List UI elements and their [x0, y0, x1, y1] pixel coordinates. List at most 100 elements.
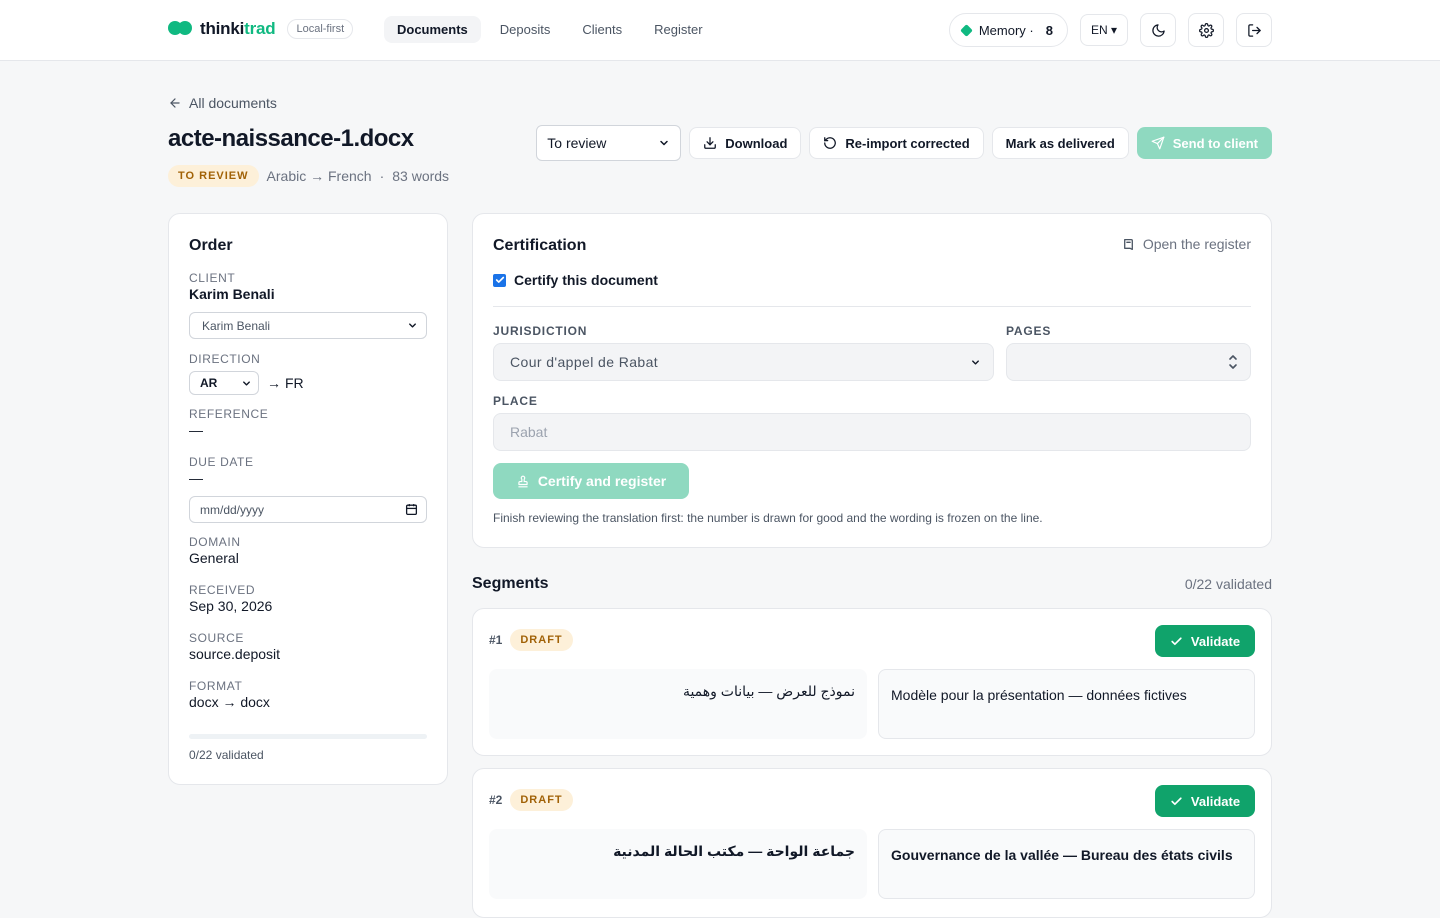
- mark-delivered-button[interactable]: Mark as delivered: [991, 127, 1129, 159]
- word-count: 83 words: [392, 168, 450, 184]
- back-link-label: All documents: [189, 95, 277, 111]
- page-title: acte-naissance-1.docx: [168, 125, 414, 152]
- client-select-value: Karim Benali: [202, 318, 271, 333]
- jurisdiction-value: Cour d'appel de Rabat: [510, 354, 659, 370]
- settings-button[interactable]: [1188, 13, 1224, 47]
- segment-source-text: نموذج للعرض — بيانات وهمية: [489, 669, 867, 739]
- nav-item-register[interactable]: Register: [641, 16, 715, 43]
- client-label: CLIENT: [189, 271, 236, 285]
- segment-status-badge: DRAFT: [510, 629, 573, 651]
- reimport-label: Re-import corrected: [845, 135, 970, 151]
- brand-name: thinkitrad: [200, 19, 276, 39]
- certification-divider: [493, 306, 1251, 307]
- memory-count: 8: [1045, 22, 1053, 38]
- direction-source-value: AR: [200, 376, 218, 390]
- back-link[interactable]: All documents: [168, 95, 277, 111]
- certify-checkbox-row[interactable]: Certify this document: [493, 272, 658, 288]
- download-button[interactable]: Download: [689, 127, 802, 159]
- validate-button[interactable]: Validate: [1155, 625, 1255, 657]
- check-icon: [495, 276, 504, 283]
- segments-validated-count: 0/22 validated: [1184, 576, 1272, 592]
- due-date-label: DUE DATE: [189, 455, 254, 469]
- reimport-icon: [824, 137, 837, 149]
- back-arrow-icon: [170, 98, 180, 108]
- nav-item-clients[interactable]: Clients: [569, 16, 635, 43]
- chevron-down-icon: [972, 359, 979, 365]
- format-label: FORMAT: [189, 679, 243, 693]
- reimport-button[interactable]: Re-import corrected: [809, 127, 984, 159]
- due-date-value: —: [189, 470, 203, 486]
- place-input[interactable]: Rabat: [493, 413, 1251, 451]
- mark-delivered-label: Mark as delivered: [1005, 135, 1115, 151]
- segment-target-editor[interactable]: Gouvernance de la vallée — Bureau des ét…: [878, 829, 1255, 899]
- spinner-icon[interactable]: [1228, 353, 1238, 371]
- certification-title: Certification: [493, 237, 587, 254]
- jurisdiction-select[interactable]: Cour d'appel de Rabat: [493, 343, 994, 381]
- language-pair: Arabic → French: [266, 168, 372, 184]
- status-select[interactable]: To review: [536, 125, 682, 161]
- validate-button[interactable]: Validate: [1155, 785, 1255, 817]
- certify-and-register-label: Certify and register: [537, 473, 667, 489]
- certify-checkbox[interactable]: [493, 273, 506, 287]
- received-label: RECEIVED: [189, 583, 256, 597]
- reference-value: —: [189, 422, 203, 438]
- status-badge: TO REVIEW: [168, 165, 259, 187]
- brand-name-part2: trad: [244, 19, 276, 38]
- source-value: source.deposit: [189, 646, 281, 662]
- logout-icon: [1247, 23, 1261, 37]
- segment-target-editor[interactable]: Modèle pour la présentation — données fi…: [878, 669, 1255, 739]
- validate-label: Validate: [1190, 793, 1241, 809]
- segments-header: Segments 0/22 validated: [472, 575, 1272, 593]
- segment-status-badge: DRAFT: [510, 789, 573, 811]
- pages-label: PAGES: [1006, 324, 1052, 338]
- check-icon: [1171, 796, 1182, 805]
- brand-name-part1: thinki: [200, 19, 245, 38]
- logout-button[interactable]: [1236, 13, 1272, 47]
- domain-label: DOMAIN: [189, 535, 241, 549]
- open-register-link[interactable]: Open the register: [1122, 236, 1251, 252]
- nav-item-deposits[interactable]: Deposits: [487, 16, 564, 43]
- document-meta: TO REVIEW Arabic → French · 83 words: [168, 165, 449, 187]
- certify-and-register-button[interactable]: Certify and register: [493, 463, 689, 499]
- reference-label: REFERENCE: [189, 407, 269, 421]
- nav-item-documents[interactable]: Documents: [384, 16, 481, 43]
- gear-icon: [1198, 22, 1214, 38]
- certification-hint: Finish reviewing the translation first: …: [493, 511, 1043, 525]
- local-first-badge: Local-first: [287, 19, 354, 39]
- send-icon: [1151, 136, 1165, 150]
- document-actions: To review Download Re-import corrected M…: [536, 125, 1272, 161]
- client-value: Karim Benali: [189, 286, 275, 302]
- send-to-client-button[interactable]: Send to client: [1136, 127, 1272, 159]
- memory-diamond-icon: [959, 23, 973, 37]
- pages-input[interactable]: [1006, 343, 1251, 381]
- segment-source-text: جماعة الواحة — مكتب الحالة المدنية: [489, 829, 867, 899]
- client-select[interactable]: Karim Benali: [189, 312, 427, 339]
- place-label: PLACE: [493, 394, 538, 408]
- chevron-down-icon: [409, 323, 416, 328]
- order-title: Order: [189, 237, 233, 254]
- segment-card: #2 DRAFT Validate جماعة الواحة — مكتب ال…: [472, 768, 1272, 918]
- due-date-input[interactable]: mm/dd/yyyy: [189, 496, 427, 523]
- meta-separator: ·: [379, 168, 385, 184]
- brand[interactable]: thinkitrad Local-first: [168, 19, 354, 39]
- language-selector[interactable]: EN ▾: [1079, 14, 1128, 46]
- segments-title: Segments: [472, 575, 549, 592]
- source-label: SOURCE: [189, 631, 244, 645]
- segment-card: #1 DRAFT Validate نموذج للعرض — بيانات و…: [472, 608, 1272, 756]
- theme-toggle-button[interactable]: [1140, 13, 1176, 47]
- due-date-placeholder: mm/dd/yyyy: [200, 502, 265, 517]
- memory-button[interactable]: Memory · 8: [948, 13, 1068, 47]
- jurisdiction-label: JURISDICTION: [493, 324, 588, 338]
- direction-source-select[interactable]: AR: [189, 371, 259, 395]
- certification-card: Certification Open the register Certify …: [472, 213, 1272, 548]
- direction-arrow: →: [267, 375, 281, 391]
- validate-label: Validate: [1190, 633, 1241, 649]
- download-label: Download: [725, 135, 788, 151]
- download-icon: [704, 137, 717, 149]
- validation-progress-bar: [189, 734, 427, 739]
- brand-logo-icon: [168, 21, 192, 37]
- book-icon: [1123, 238, 1133, 250]
- chevron-down-icon: [243, 380, 250, 386]
- place-placeholder: Rabat: [510, 424, 548, 440]
- direction-label: DIRECTION: [189, 352, 261, 366]
